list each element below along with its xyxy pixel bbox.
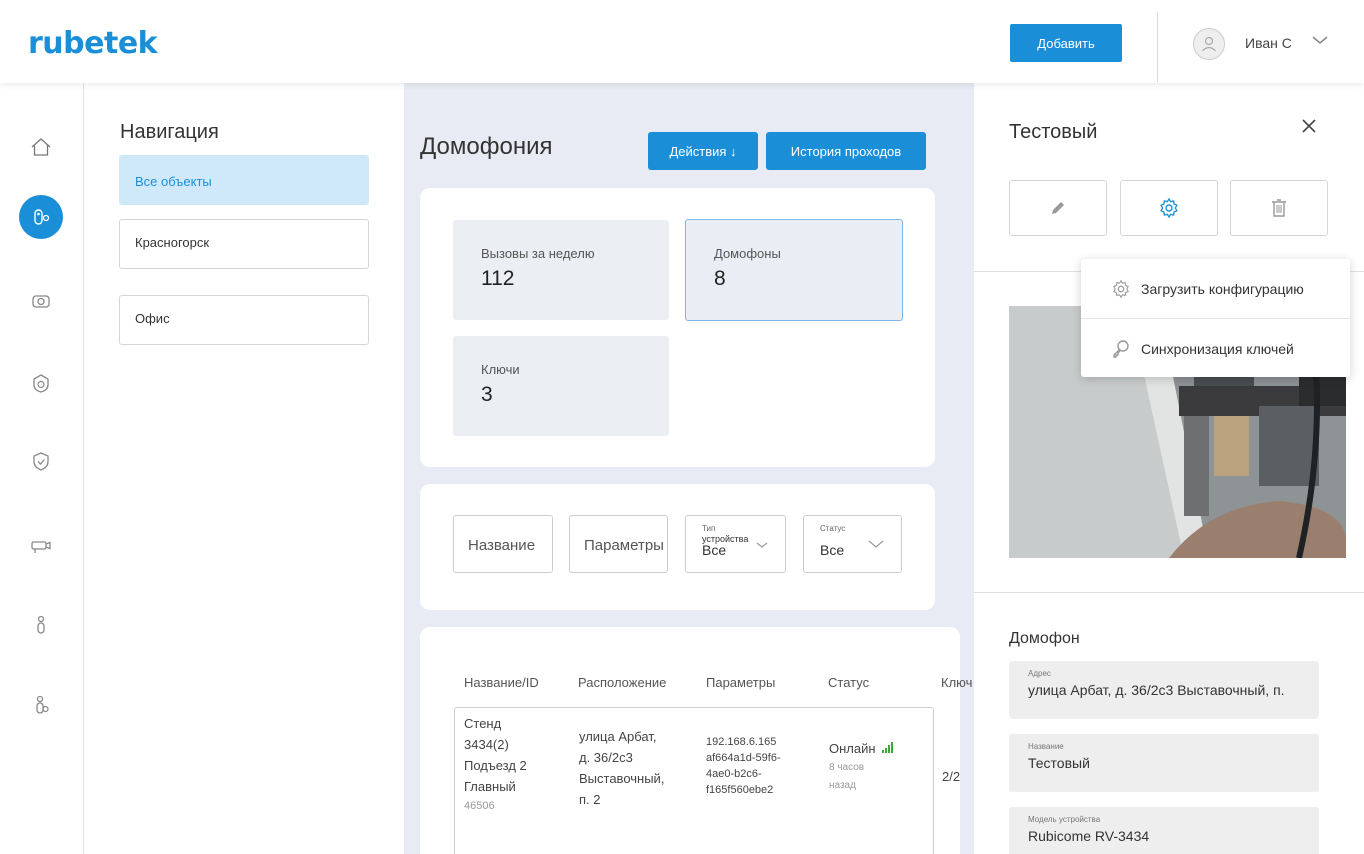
rail-fire-alarm[interactable] — [19, 361, 63, 405]
col-header-params[interactable]: Параметры — [706, 675, 775, 690]
key-icon — [1113, 339, 1129, 358]
status-text: Онлайн — [829, 741, 876, 756]
stat-value: 3 — [481, 383, 493, 406]
field-address[interactable]: Адрес улица Арбат, д. 36/2с3 Выставочный… — [1009, 661, 1319, 719]
stat-label: Вызовы за неделю — [481, 246, 595, 261]
rail-cctv[interactable] — [19, 525, 63, 569]
person-badge-icon — [36, 695, 49, 714]
user-name[interactable]: Иван С — [1245, 35, 1292, 51]
field-name[interactable]: Название Тестовый — [1009, 734, 1319, 792]
row-status: Онлайн 8 часов назад — [829, 738, 894, 795]
section-title: Домофон — [1009, 630, 1080, 647]
gear-icon — [1113, 279, 1129, 298]
table-card: Название/ID Расположение Параметры Стату… — [420, 627, 972, 854]
detail-panel: Тестовый Домофон Адрес улица Арбат, д. 3… — [974, 83, 1364, 854]
chevron-down-icon — [756, 542, 768, 548]
menu-item-sync-keys[interactable]: Синхронизация ключей — [1081, 319, 1350, 378]
stat-weekly-calls[interactable]: Вызовы за неделю 112 — [453, 220, 669, 320]
gear-icon — [1160, 197, 1178, 219]
row-keys: 2/2 — [942, 769, 961, 784]
stat-intercoms[interactable]: Домофоны 8 — [685, 219, 903, 321]
field-device-model[interactable]: Модель устройства Rubicome RV-3434 — [1009, 807, 1319, 854]
table-row[interactable]: Стенд 3434(2) Подъезд 2 Главный 46506 ул… — [454, 707, 960, 854]
main-content: Домофония Действия ↓ История проходов Вы… — [404, 83, 974, 854]
pass-history-button[interactable]: История проходов — [766, 132, 926, 170]
nav-item-krasnogorsk[interactable]: Красногорск — [119, 219, 369, 269]
filter-status-label: Статус — [820, 524, 846, 533]
filter-name-placeholder: Название — [468, 537, 536, 554]
user-avatar-icon[interactable] — [1193, 28, 1225, 60]
row-name: Стенд 3434(2) Подъезд 2 Главный 46506 — [464, 713, 527, 815]
settings-dropdown-menu: Загрузить конфигурацию Синхронизация клю… — [1081, 259, 1350, 377]
top-header: rubetek Добавить Иван С — [0, 0, 1364, 83]
icon-rail — [0, 83, 84, 854]
security-shield-icon — [33, 452, 49, 471]
row-params: 192.168.6.165 af664a1d-59f6- 4ae0-b2c6- … — [706, 736, 781, 796]
chevron-down-icon — [868, 540, 884, 548]
filter-params-placeholder: Параметры — [584, 537, 664, 554]
rail-intercom[interactable] — [19, 195, 63, 239]
filter-type-label: Тип — [702, 524, 716, 533]
stat-label: Ключи — [481, 362, 520, 377]
status-time: 8 часов — [829, 762, 865, 773]
stat-label: Домофоны — [714, 246, 781, 261]
signal-strength-icon — [882, 742, 894, 753]
filter-params-input[interactable]: Параметры — [569, 515, 668, 573]
settings-button[interactable] — [1120, 180, 1218, 236]
menu-item-label: Синхронизация ключей — [1141, 340, 1294, 357]
row-id: 46506 — [464, 800, 495, 812]
cctv-camera-icon — [31, 541, 51, 553]
nav-item-all-objects[interactable]: Все объекты — [119, 155, 369, 205]
chevron-down-icon[interactable] — [1310, 30, 1330, 50]
row-location: улица Арбат, д. 36/2с3 Выставочный, п. 2 — [579, 729, 665, 807]
col-header-location[interactable]: Расположение — [578, 675, 666, 690]
rail-camera[interactable] — [19, 279, 63, 323]
stats-card: Вызовы за неделю 112 Домофоны 8 Ключи 3 — [420, 188, 935, 467]
stat-value: 8 — [714, 267, 726, 290]
menu-item-label: Загрузить конфигурацию — [1141, 280, 1304, 297]
close-icon[interactable] — [1299, 116, 1319, 136]
filter-name-input[interactable]: Название — [453, 515, 553, 573]
stat-value: 112 — [481, 267, 515, 290]
header-divider — [1157, 12, 1158, 82]
delete-button[interactable] — [1230, 180, 1328, 236]
field-value: Rubicome RV-3434 — [1028, 828, 1150, 844]
edit-button[interactable] — [1009, 180, 1107, 236]
rubetek-logo[interactable]: rubetek — [28, 26, 158, 61]
stat-keys[interactable]: Ключи 3 — [453, 336, 669, 436]
rail-home[interactable] — [19, 125, 63, 169]
home-icon — [31, 138, 51, 156]
rail-person[interactable] — [19, 603, 63, 647]
page-title: Домофония — [420, 133, 553, 160]
filter-type-value: Все — [702, 542, 727, 558]
nav-item-office[interactable]: Офис — [119, 295, 369, 345]
actions-button[interactable]: Действия ↓ — [648, 132, 758, 170]
detail-title: Тестовый — [1009, 121, 1098, 143]
field-label: Модель устройства — [1028, 815, 1101, 824]
rail-person-badge[interactable] — [19, 683, 63, 727]
divider — [974, 592, 1364, 593]
camera-icon — [32, 295, 50, 308]
filter-status-value: Все — [820, 542, 845, 558]
navigation-title: Навигация — [120, 121, 219, 143]
navigation-panel: Навигация Все объекты Красногорск Офис — [84, 83, 404, 854]
field-value: улица Арбат, д. 36/2с3 Выставочный, п. — [1028, 682, 1285, 698]
field-label: Название — [1028, 742, 1064, 751]
person-icon — [37, 615, 45, 634]
trash-icon — [1272, 199, 1286, 217]
col-header-keys[interactable]: Ключ — [941, 675, 972, 690]
intercom-icon — [34, 209, 50, 225]
menu-item-load-config[interactable]: Загрузить конфигурацию — [1081, 259, 1350, 318]
filter-status-select[interactable]: Статус Все — [803, 515, 902, 573]
col-header-name[interactable]: Название/ID — [464, 675, 539, 690]
rail-security[interactable] — [19, 439, 63, 483]
pencil-icon — [1052, 202, 1064, 214]
field-label: Адрес — [1028, 669, 1051, 678]
col-header-status[interactable]: Статус — [828, 675, 869, 690]
filter-type-select[interactable]: Тип устройства Все — [685, 515, 786, 573]
filters-card: Название Параметры Тип устройства Все Ст… — [420, 484, 935, 610]
fire-alarm-icon — [33, 374, 49, 393]
add-button[interactable]: Добавить — [1010, 24, 1122, 62]
field-value: Тестовый — [1028, 755, 1090, 771]
